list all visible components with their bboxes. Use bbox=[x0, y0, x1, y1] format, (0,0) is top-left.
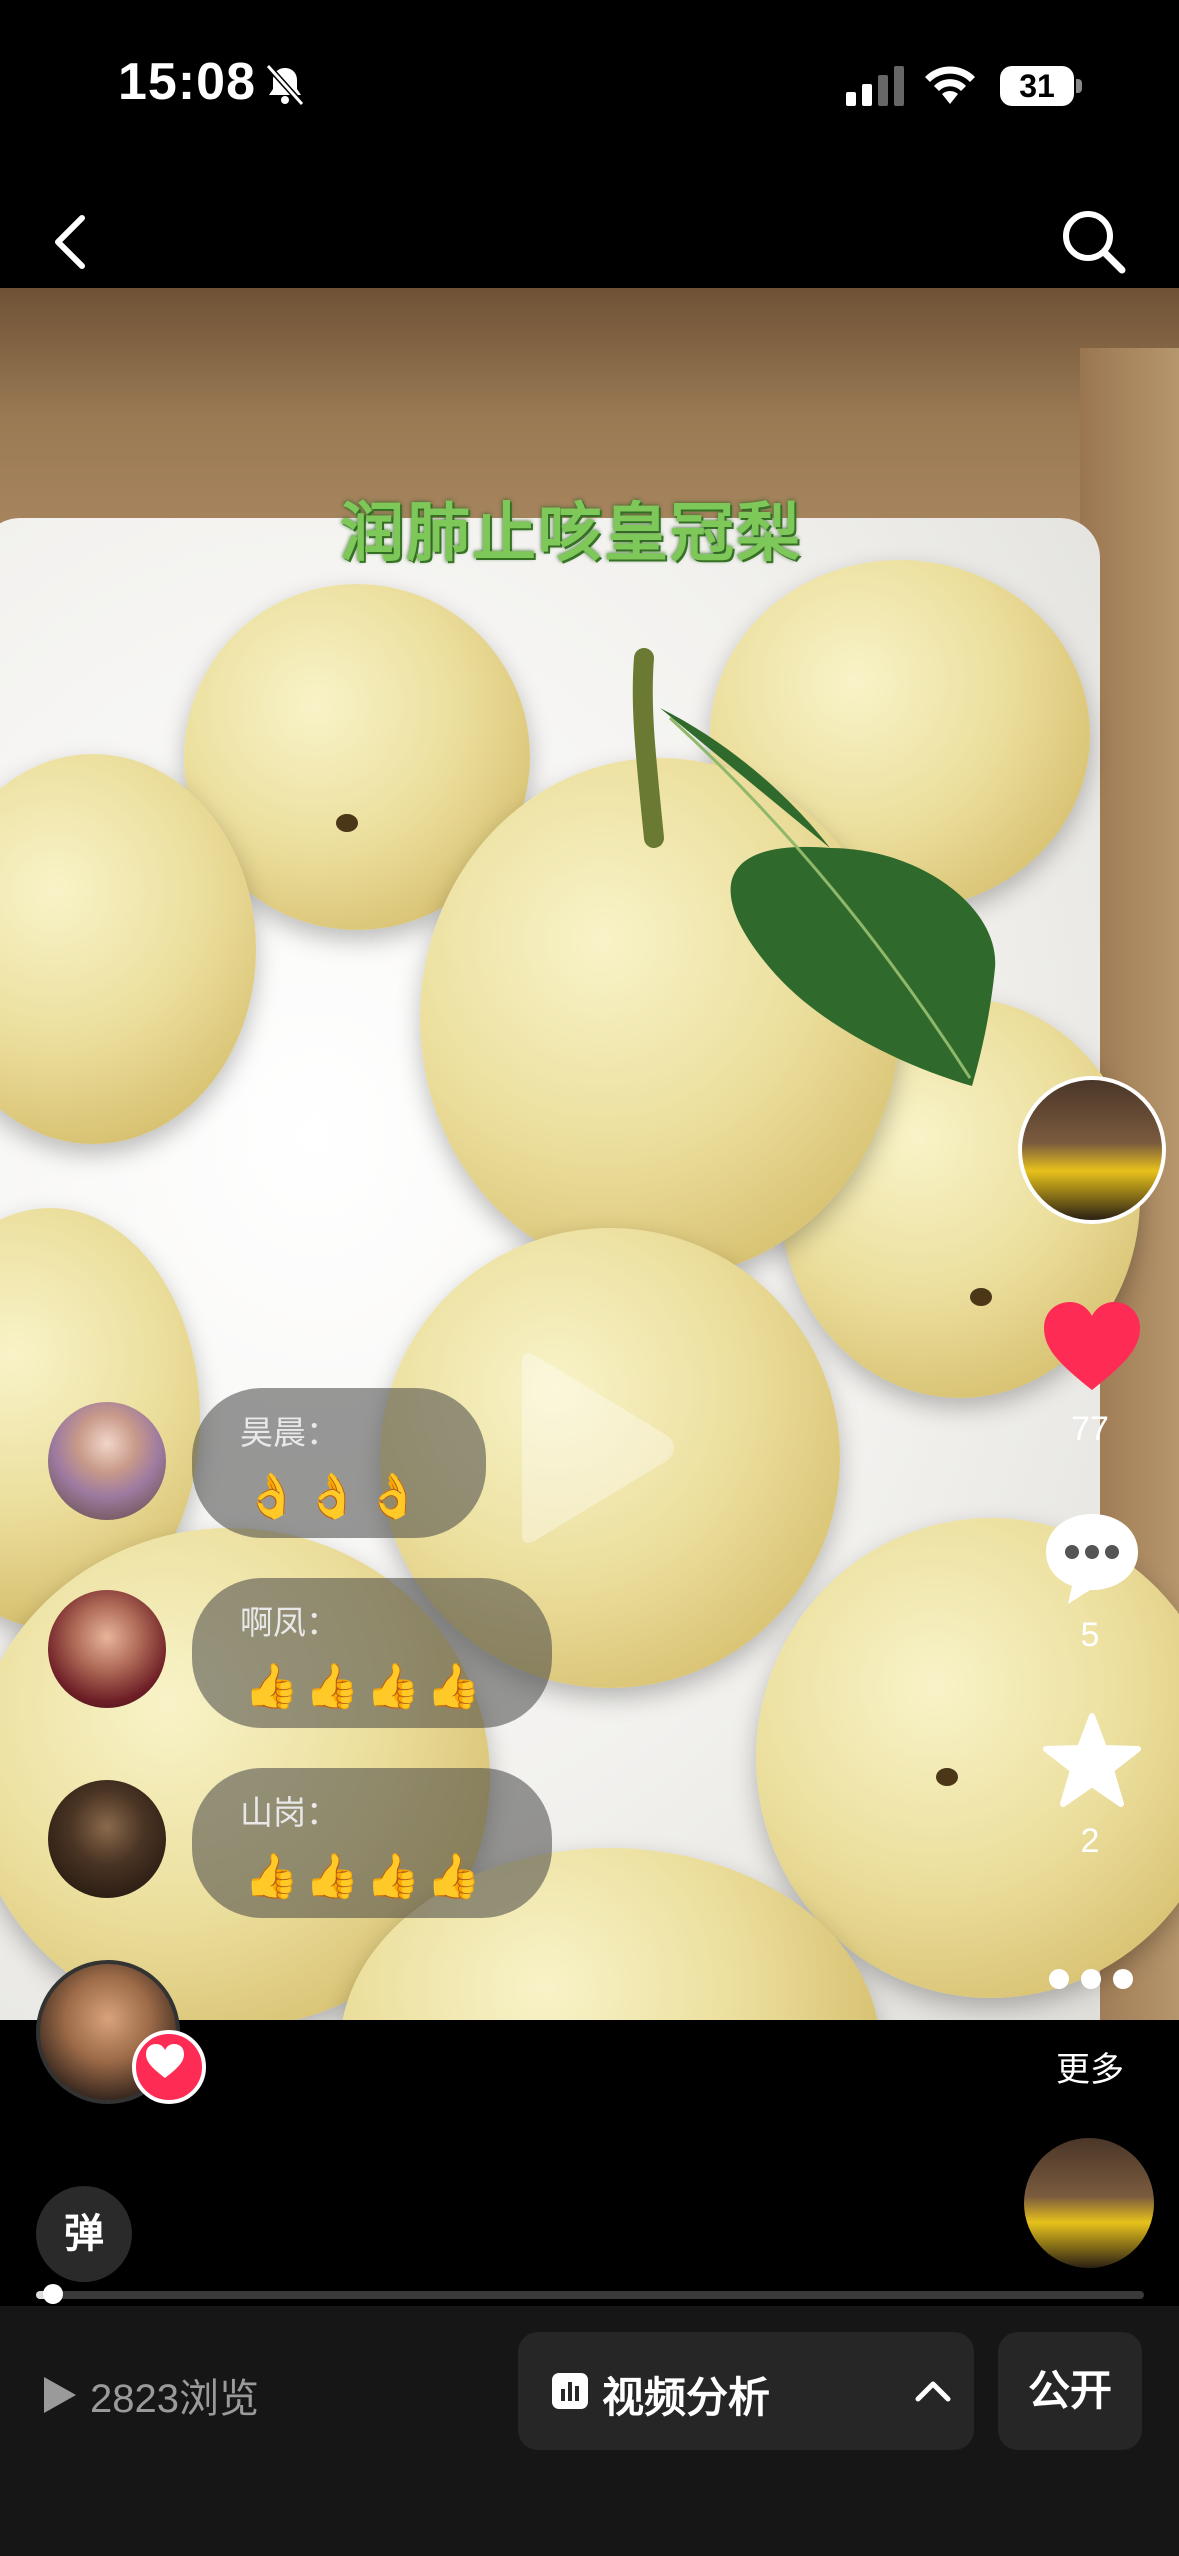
battery-tip bbox=[1076, 79, 1082, 93]
like-count: 77 bbox=[1071, 1410, 1109, 1448]
danmaku-user: 啊凤： bbox=[240, 1604, 339, 1641]
commenter-avatar bbox=[48, 1780, 166, 1898]
progress-thumb[interactable] bbox=[42, 2284, 63, 2304]
cellular-signal-icon bbox=[846, 66, 904, 106]
danmaku-bubble: 昊晨： 👌👌👌 bbox=[192, 1388, 486, 1538]
author-like-badge[interactable] bbox=[132, 2030, 206, 2104]
danmaku-user: 山岗： bbox=[240, 1794, 339, 1831]
danmaku-bubble: 啊凤： 👍👍👍👍 bbox=[192, 1578, 552, 1728]
more-label[interactable]: 更多 bbox=[1020, 2042, 1160, 2091]
view-count-label: 2823浏览 bbox=[90, 2377, 259, 2421]
progress-track[interactable] bbox=[36, 2291, 1144, 2299]
back-arrow-icon[interactable] bbox=[46, 212, 96, 272]
creator-avatar[interactable] bbox=[1018, 1076, 1166, 1224]
danmaku-user: 昊晨： bbox=[240, 1414, 339, 1451]
commenter-avatar bbox=[48, 1402, 166, 1520]
analytics-icon bbox=[552, 2373, 588, 2409]
danmaku-bubble: 山岗： 👍👍👍👍 bbox=[192, 1768, 552, 1918]
visibility-button[interactable]: 公开 bbox=[998, 2332, 1142, 2450]
heart-badge-icon bbox=[146, 2044, 184, 2078]
search-icon[interactable] bbox=[1058, 206, 1128, 276]
view-count: 2823浏览 bbox=[40, 2366, 259, 2424]
commenter-avatar bbox=[48, 1590, 166, 1708]
status-time: 15:08 bbox=[118, 53, 256, 111]
heart-icon[interactable] bbox=[1042, 1300, 1142, 1392]
video-analysis-label: 视频分析 bbox=[602, 2374, 771, 2421]
video-player[interactable]: 润肺止咳皇冠梨 bbox=[0, 288, 1179, 2020]
status-bar: 15:08 31 bbox=[0, 0, 1179, 170]
music-disc[interactable] bbox=[1024, 2138, 1154, 2268]
favorite-count: 2 bbox=[1080, 1822, 1100, 1860]
danmaku-toggle-button[interactable]: 弹 bbox=[36, 2186, 132, 2282]
chevron-up-icon bbox=[915, 2381, 951, 2402]
more-dots-icon[interactable] bbox=[1046, 1966, 1136, 1992]
star-icon[interactable] bbox=[1042, 1712, 1142, 1808]
pear-stem-leaf bbox=[632, 648, 996, 1086]
bell-muted-icon bbox=[265, 63, 305, 107]
battery-indicator: 31 bbox=[1000, 66, 1074, 106]
wifi-icon bbox=[925, 66, 975, 104]
play-icon[interactable] bbox=[510, 1348, 680, 1548]
video-overlay-title: 润肺止咳皇冠梨 bbox=[340, 497, 802, 569]
comment-icon[interactable] bbox=[1042, 1508, 1142, 1608]
play-small-icon bbox=[44, 2377, 76, 2413]
danmaku-text: 👌👌👌 bbox=[244, 1472, 427, 1521]
danmaku-text: 👍👍👍👍 bbox=[244, 1662, 488, 1711]
comment-count: 5 bbox=[1080, 1616, 1100, 1654]
danmaku-text: 👍👍👍👍 bbox=[244, 1852, 488, 1901]
